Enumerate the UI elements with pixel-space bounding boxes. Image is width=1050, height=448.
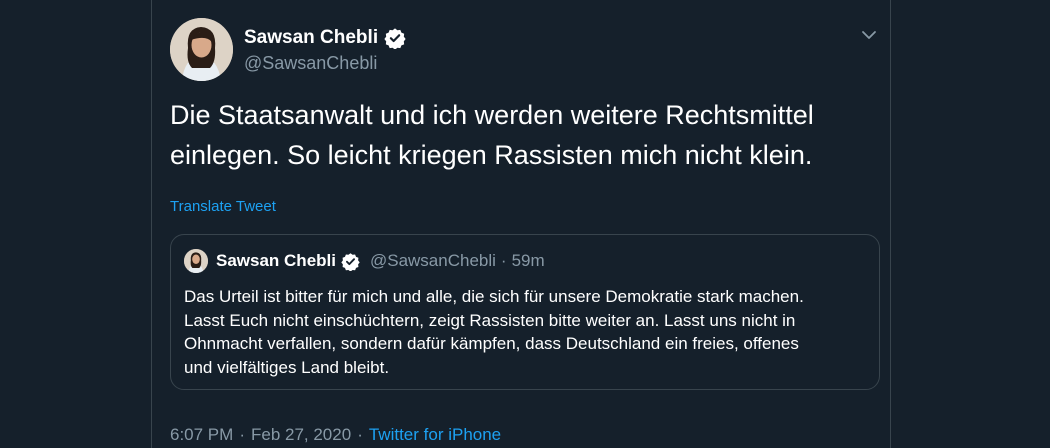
quoted-author-name: Sawsan Chebli bbox=[216, 251, 336, 270]
separator-dot: · bbox=[500, 251, 507, 270]
quoted-tweet[interactable]: Sawsan Chebli @SawsanChebli · 59m Das Ur… bbox=[170, 234, 880, 390]
tweet-text-line: einlegen. So leicht kriegen Rassisten mi… bbox=[170, 140, 813, 170]
separator-dot: · bbox=[357, 425, 363, 444]
verified-badge-icon bbox=[341, 252, 360, 271]
quoted-text-line: Das Urteil ist bitter für mich und alle,… bbox=[184, 287, 804, 306]
avatar[interactable] bbox=[170, 18, 233, 81]
tweet-text-line: Die Staatsanwalt und ich werden weitere … bbox=[170, 100, 814, 130]
tweet-time[interactable]: 6:07 PM bbox=[170, 425, 233, 445]
translate-tweet-link[interactable]: Translate Tweet bbox=[170, 198, 276, 215]
author-name[interactable]: Sawsan Chebli bbox=[244, 27, 378, 49]
quoted-text-line: Lasst Euch nicht einschüchtern, zeigt Ra… bbox=[184, 310, 796, 330]
chevron-down-icon[interactable] bbox=[860, 26, 878, 44]
quoted-header: Sawsan Chebli @SawsanChebli · 59m bbox=[216, 251, 545, 271]
tweet-meta: 6:07 PM · Feb 27, 2020 · Twitter for iPh… bbox=[170, 425, 501, 445]
author-name-row: Sawsan Chebli bbox=[244, 27, 406, 49]
tweet-source-link[interactable]: Twitter for iPhone bbox=[369, 425, 501, 445]
quoted-avatar-image bbox=[184, 249, 208, 273]
verified-badge-icon bbox=[384, 28, 406, 49]
separator-dot: · bbox=[239, 425, 245, 444]
quoted-text-line: Ohnmacht verfallen, sondern dafür kämpfe… bbox=[184, 334, 799, 353]
quoted-text: Das Urteil ist bitter für mich und alle,… bbox=[184, 285, 874, 379]
quoted-avatar bbox=[184, 249, 208, 273]
quoted-text-line: und vielfältiges Land bleibt. bbox=[184, 357, 390, 377]
tweet-text: Die Staatsanwalt und ich werden weitere … bbox=[170, 95, 870, 175]
author-handle[interactable]: @SawsanChebli bbox=[244, 53, 377, 74]
tweet-column: Sawsan Chebli @SawsanChebli Die Staatsan… bbox=[151, 0, 891, 448]
avatar-image bbox=[170, 18, 233, 81]
quoted-author-handle: @SawsanChebli bbox=[369, 251, 496, 270]
tweet-date[interactable]: Feb 27, 2020 bbox=[251, 425, 351, 445]
quoted-timestamp: 59m bbox=[511, 251, 545, 270]
